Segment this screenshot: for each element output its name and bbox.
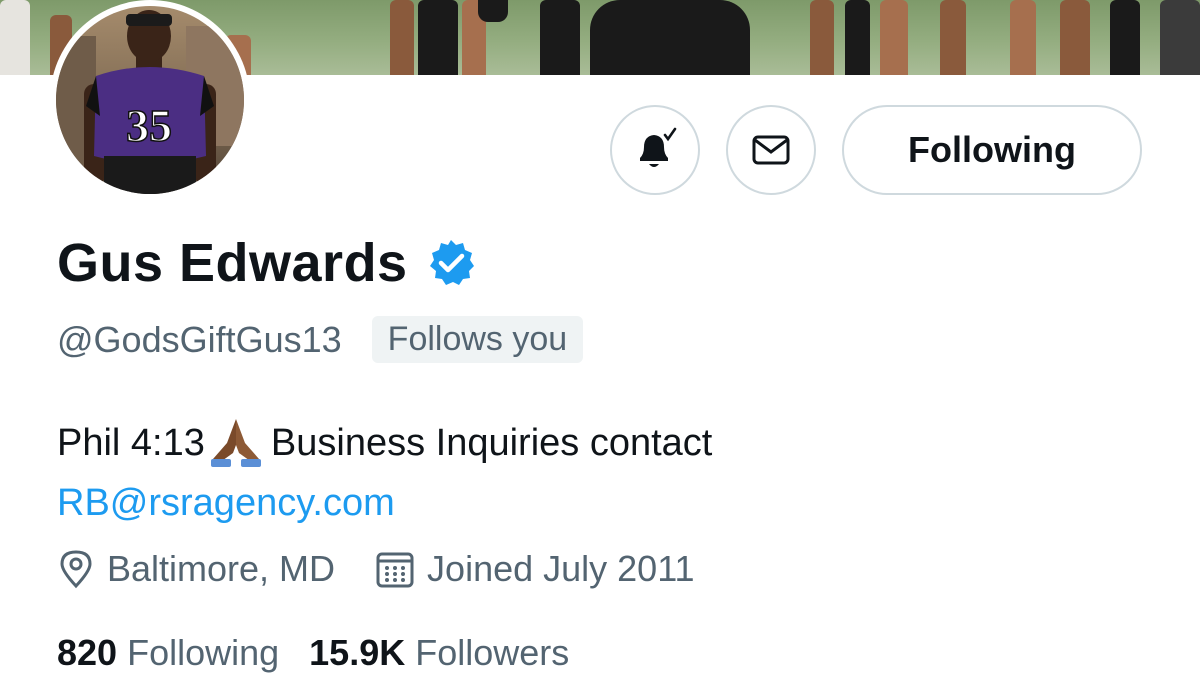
banner-figure [478, 0, 508, 22]
followers-label: Followers [415, 632, 570, 673]
praying-hands-icon [210, 419, 261, 467]
handle-row: @GodsGiftGus13 Follows you [57, 316, 584, 363]
banner-figure [940, 0, 966, 75]
banner-figure [390, 0, 414, 75]
followers-stat-link[interactable]: 15.9K Followers [309, 632, 569, 674]
follows-you-badge: Follows you [371, 316, 584, 363]
bell-subscribed-icon [640, 127, 677, 167]
followers-count: 15.9K [309, 632, 406, 673]
profile-handle: @GodsGiftGus13 [57, 318, 342, 360]
banner-figure [1110, 0, 1140, 75]
banner-figure [0, 0, 30, 75]
avatar[interactable]: 35 [50, 0, 250, 200]
bio-text: Phil 4:13 [57, 422, 205, 464]
profile-name: Gus Edwards [57, 233, 408, 293]
banner-figure [590, 0, 750, 75]
message-button[interactable] [726, 105, 816, 195]
location-text: Baltimore, MD [107, 548, 336, 589]
bio-text-2: Business Inquiries contact [270, 422, 713, 464]
profile-stats: 820 Following 15.9K Followers [57, 632, 599, 674]
profile-name-row: Gus Edwards [57, 232, 476, 294]
joined-text: Joined July 2011 [427, 548, 695, 589]
jersey-number: 35 [126, 100, 172, 151]
banner-figure [418, 0, 458, 75]
banner-figure [1060, 0, 1090, 75]
location-pin-icon [60, 550, 92, 589]
following-button[interactable]: Following [842, 105, 1142, 195]
profile-meta: Baltimore, MD Joined July 2011 [57, 548, 735, 590]
following-label: Following [127, 632, 280, 673]
avatar-player-illustration: 35 [56, 10, 244, 194]
following-count: 820 [57, 632, 118, 673]
calendar-icon [376, 552, 414, 588]
banner-figure [540, 0, 580, 75]
banner-figure [880, 0, 908, 75]
banner-figure [1160, 0, 1200, 75]
notifications-button[interactable] [610, 105, 700, 195]
avatar-image: 35 [56, 6, 244, 194]
banner-figure [1010, 0, 1036, 75]
bio-email-link[interactable]: RB@rsragency.com [57, 482, 395, 524]
banner-figure [810, 0, 834, 75]
location-item: Baltimore, MD [57, 548, 335, 590]
profile-bio: Phil 4:13 Business Inquiries contact RB@… [57, 413, 1157, 533]
following-stat-link[interactable]: 820 Following [57, 632, 279, 674]
envelope-icon [752, 135, 790, 165]
banner-figure [845, 0, 870, 75]
verified-badge-icon[interactable] [426, 238, 476, 288]
joined-item: Joined July 2011 [375, 548, 695, 590]
